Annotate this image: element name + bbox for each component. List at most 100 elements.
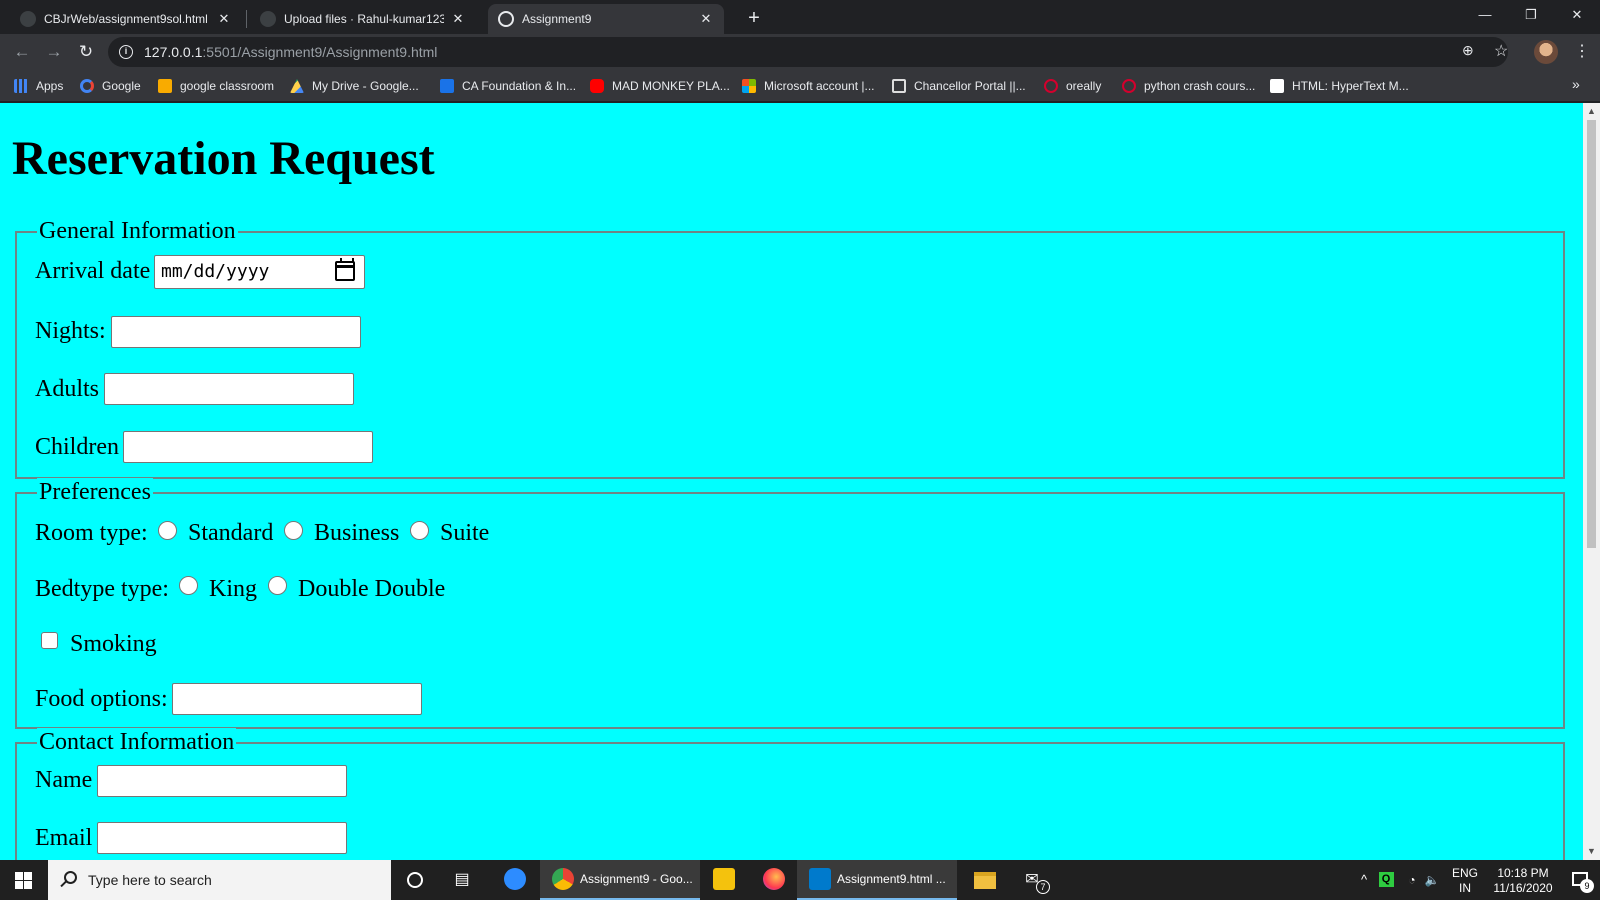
bookmark-star-icon[interactable]: ☆ [1494,41,1508,61]
page-scrollbar[interactable]: ▲ ▼ [1583,103,1600,860]
site-info-icon[interactable]: i [119,45,133,59]
mail-badge: 7 [1036,880,1050,894]
region-code: IN [1459,881,1471,895]
general-information-legend: General Information [37,217,238,245]
forward-arrow-icon[interactable]: → [42,40,66,64]
notifications-icon[interactable]: 9 [1566,860,1594,900]
windows-taskbar: Type here to search ▤ Assignment9 - Goo.… [0,860,1600,900]
bookmark-my-drive[interactable]: My Drive - Google... [290,77,419,95]
taskbar-search[interactable]: Type here to search [48,860,391,900]
mdn-icon [1270,79,1284,93]
zoom-icon[interactable]: ⊕ [1462,42,1474,59]
profile-avatar[interactable] [1534,40,1558,64]
quick-heal-icon[interactable]: Q [1378,860,1394,900]
close-icon[interactable]: ✕ [450,11,466,27]
smoking-checkbox[interactable] [41,632,58,649]
tab-title: Upload files · Rahul-kumar123-b [284,12,444,26]
calendar-icon[interactable] [335,258,355,281]
close-icon[interactable]: ✕ [698,11,714,27]
bookmark-label: My Drive - Google... [312,79,419,93]
firefox-icon[interactable] [762,868,786,892]
search-icon [64,871,77,884]
bookmarks-overflow-icon[interactable]: » [1572,76,1580,92]
nights-input[interactable] [111,316,361,348]
bookmark-label: CA Foundation & In... [462,79,577,93]
bookmark-python-crash-course[interactable]: python crash cours... [1122,77,1255,95]
bookmark-label: Chancellor Portal ||... [914,79,1026,93]
apps-grid-icon [14,79,28,93]
bookmark-label: python crash cours... [1144,79,1256,93]
zoom-app-icon[interactable] [503,868,527,892]
google-icon [80,79,94,93]
bed-king-radio[interactable] [179,576,198,595]
clock[interactable]: 10:18 PM 11/16/2020 [1486,860,1560,900]
player-app-icon[interactable] [712,868,736,892]
address-bar[interactable]: i 127.0.0.1:5501/Assignment9/Assignment9… [108,37,1508,67]
tab-upload-files[interactable]: Upload files · Rahul-kumar123-b ✕ [250,4,476,34]
taskbar-app-label: Assignment9 - Goo... [580,872,693,886]
clock-date: 11/16/2020 [1493,881,1553,895]
oreilly-icon [1044,79,1058,93]
bookmark-label: google classroom [180,79,275,93]
language-indicator[interactable]: ENG IN [1448,860,1482,900]
close-icon[interactable]: ✕ [216,11,232,27]
bed-double-double-radio[interactable] [268,576,287,595]
tab-github-assignment9sol[interactable]: CBJrWeb/assignment9sol.html at ✕ [10,4,242,34]
wifi-icon[interactable]: ◔ [1403,860,1421,900]
restore-button[interactable]: ❐ [1508,0,1554,30]
name-input[interactable] [97,765,347,797]
room-suite-radio[interactable] [410,521,429,540]
taskbar-app-vscode[interactable]: Assignment9.html ... [797,860,957,900]
tab-assignment9[interactable]: Assignment9 ✕ [488,4,724,34]
bed-double-double-label[interactable]: Double Double [298,575,445,603]
browser-menu-icon[interactable]: ⋮ [1574,40,1590,64]
minimize-button[interactable]: — [1462,0,1508,30]
bookmark-apps[interactable]: Apps [14,77,63,95]
tray-overflow-icon[interactable]: ^ [1356,860,1372,900]
reload-icon[interactable]: ↻ [74,40,98,64]
bookmark-label: oreally [1066,79,1102,93]
back-arrow-icon[interactable]: ← [10,40,34,64]
github-icon [20,11,36,27]
children-input[interactable] [123,431,373,463]
food-options-input[interactable] [172,683,422,715]
close-window-button[interactable]: ✕ [1554,0,1600,30]
volume-icon[interactable]: 🔈 [1423,860,1441,900]
new-tab-button[interactable]: + [740,4,768,32]
file-explorer-icon[interactable] [973,868,997,892]
smoking-label[interactable]: Smoking [70,630,157,658]
room-suite-label[interactable]: Suite [440,519,489,547]
bed-type-label: Bedtype type: [35,576,169,602]
bookmark-label: Google [102,79,141,93]
arrival-date-input[interactable]: mm/dd/yyyy [154,255,365,289]
adults-input[interactable] [104,373,354,405]
room-business-label[interactable]: Business [314,519,399,547]
room-standard-label[interactable]: Standard [188,519,273,547]
preferences-fieldset: Preferences Room type: Standard Business… [15,478,1565,729]
url-text[interactable]: 127.0.0.1:5501/Assignment9/Assignment9.h… [144,44,437,60]
bookmark-mad-monkey[interactable]: MAD MONKEY PLA... [590,77,730,95]
room-business-radio[interactable] [284,521,303,540]
drive-icon [290,79,304,93]
start-button[interactable] [0,860,48,900]
scrollbar-thumb[interactable] [1587,120,1596,548]
bookmark-google-classroom[interactable]: google classroom [158,77,274,95]
github-icon [260,11,276,27]
room-standard-radio[interactable] [158,521,177,540]
scroll-down-arrow-icon[interactable]: ▼ [1583,843,1600,860]
mail-icon[interactable]: ✉ 7 [1020,868,1050,894]
date-placeholder: mm/dd/yyyy [161,261,270,282]
email-input[interactable] [97,822,347,854]
name-label: Name [35,767,93,793]
scroll-up-arrow-icon[interactable]: ▲ [1583,103,1600,120]
bookmark-html-mdn[interactable]: HTML: HyperText M... [1270,77,1409,95]
bed-king-label[interactable]: King [209,575,257,603]
bookmark-google[interactable]: Google [80,77,141,95]
task-view-icon[interactable]: ▤ [450,868,474,892]
bookmark-chancellor-portal[interactable]: Chancellor Portal ||... [892,77,1026,95]
bookmark-microsoft-account[interactable]: Microsoft account |... [742,77,875,95]
bookmark-oreally[interactable]: oreally [1044,77,1101,95]
bookmark-ca-foundation[interactable]: CA Foundation & In... [440,77,576,95]
cortana-icon[interactable] [403,868,427,892]
taskbar-app-chrome[interactable]: Assignment9 - Goo... [540,860,700,900]
